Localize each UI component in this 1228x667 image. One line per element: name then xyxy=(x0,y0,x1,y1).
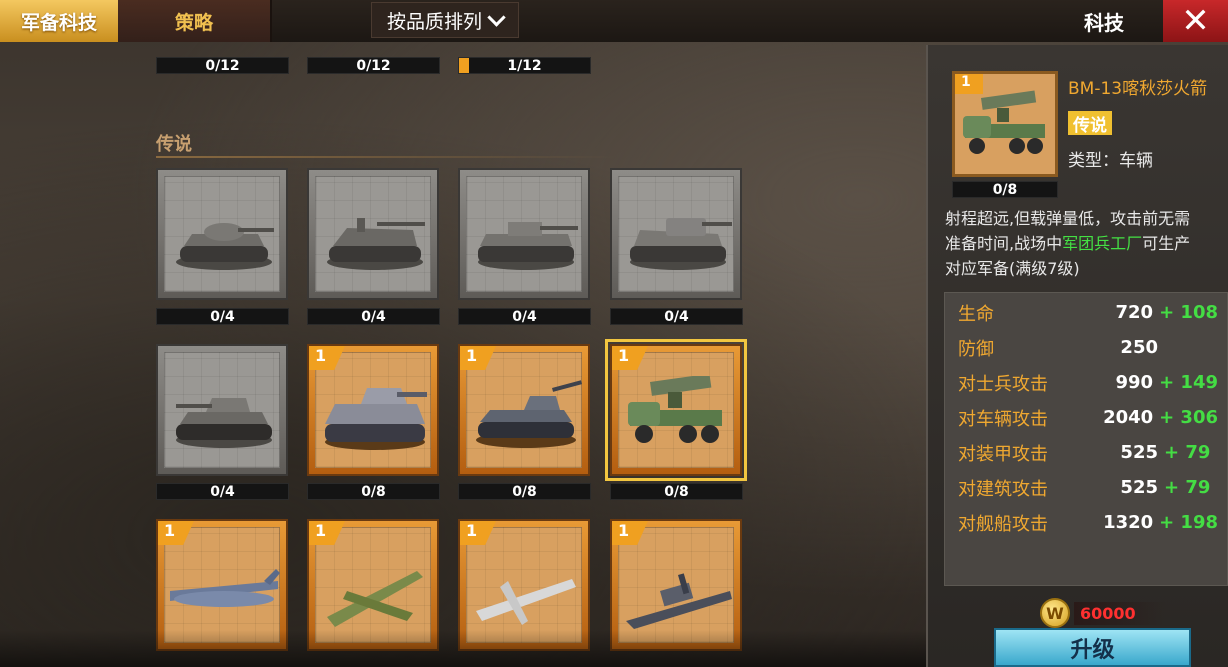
tab-strategy[interactable]: 策略 xyxy=(118,0,272,42)
stat-label: 对装甲攻击 xyxy=(958,443,1048,465)
page-title: 科技 xyxy=(1084,10,1124,35)
stat-row-vs-ship: 对舰船攻击 1320 + 198 xyxy=(958,505,1218,540)
unit-card-tank[interactable]: 1 xyxy=(458,344,590,476)
stat-row-vs-infantry: 对士兵攻击 990 + 149 xyxy=(958,365,1218,400)
upgrade-cost: W 60000 xyxy=(1040,598,1166,628)
tank-icon xyxy=(176,398,272,448)
stat-row-hp: 生命 720 + 108 xyxy=(958,295,1218,330)
progress-counter: 0/12 xyxy=(307,57,440,74)
rarity-badge: 传说 xyxy=(1068,111,1112,136)
desc-line: 对应军备(满级7级) xyxy=(945,259,1080,278)
unit-type: 类型：车辆 xyxy=(1068,151,1153,171)
desc-text: 准备时间,战场中 xyxy=(945,234,1063,253)
cost-value: 60000 xyxy=(1074,601,1166,625)
unit-card-tank[interactable] xyxy=(156,168,288,300)
stat-label: 对建筑攻击 xyxy=(958,478,1048,500)
counter-text: 0/8 xyxy=(992,181,1018,198)
desc-line: 射程超远,但载弹量低，攻击前无需 xyxy=(945,209,1191,228)
card-count-text: 0/4 xyxy=(210,308,235,325)
card-count: 0/8 xyxy=(307,483,440,500)
tab-military-tech[interactable]: 军备科技 xyxy=(0,0,118,42)
stat-value: 990 xyxy=(1115,372,1154,393)
rocket-truck-icon xyxy=(628,376,722,443)
stat-value: 250 xyxy=(1120,337,1158,358)
section-divider xyxy=(156,156,616,158)
upgrade-button[interactable]: 升级 xyxy=(994,628,1191,667)
card-count: 0/4 xyxy=(458,308,591,325)
desc-highlight: 军团兵工厂 xyxy=(1062,234,1143,253)
stat-label: 防御 xyxy=(958,338,994,360)
sort-dropdown[interactable]: 按品质排列 xyxy=(371,2,519,38)
card-count-text: 0/4 xyxy=(512,308,537,325)
unit-description: 射程超远,但载弹量低，攻击前无需 准备时间,战场中军团兵工厂可生产 对应军备(满… xyxy=(945,206,1228,281)
card-count: 0/4 xyxy=(610,308,743,325)
counter-text: 0/12 xyxy=(205,57,240,74)
stat-bonus: + 306 xyxy=(1159,407,1218,428)
rocket-truck-icon xyxy=(963,90,1045,154)
unit-card-tank[interactable] xyxy=(307,168,439,300)
stat-label: 对士兵攻击 xyxy=(958,373,1048,395)
stat-row-defense: 防御 250 xyxy=(958,330,1218,365)
unit-name: BM-13喀秋莎火箭 xyxy=(1068,79,1208,99)
counter-text: 0/12 xyxy=(356,57,391,74)
sort-label: 按品质排列 xyxy=(386,10,482,33)
card-count: 0/4 xyxy=(156,308,289,325)
unit-card-tank[interactable] xyxy=(610,168,742,300)
stat-value: 1320 xyxy=(1103,512,1154,533)
selected-unit-thumbnail: 1 xyxy=(952,71,1058,177)
desc-text: 可生产 xyxy=(1142,234,1191,253)
stat-value: 2040 xyxy=(1103,407,1154,428)
stat-bonus: + 108 xyxy=(1159,302,1218,323)
tank-icon xyxy=(327,218,425,270)
bomber-icon xyxy=(170,569,280,607)
counter-text: 1/12 xyxy=(507,57,542,74)
tank-icon xyxy=(478,222,578,270)
progress-fill xyxy=(459,58,469,73)
card-count-text: 0/4 xyxy=(664,308,689,325)
tank-icon xyxy=(176,223,274,270)
progress-counter: 1/12 xyxy=(458,57,591,74)
stat-bonus: + 79 xyxy=(1164,477,1211,498)
bomber-icon xyxy=(327,571,423,627)
card-count-text: 0/4 xyxy=(210,483,235,500)
tank-icon xyxy=(476,380,583,448)
card-count-text: 0/8 xyxy=(512,483,537,500)
stat-value: 525 xyxy=(1120,442,1158,463)
warship-icon xyxy=(626,573,732,629)
chevron-down-icon xyxy=(487,7,506,27)
unit-card-tank[interactable] xyxy=(156,344,288,476)
card-count: 0/4 xyxy=(307,308,440,325)
stat-bonus: + 198 xyxy=(1159,512,1218,533)
stat-value: 720 xyxy=(1115,302,1154,323)
card-count-text: 0/4 xyxy=(361,308,386,325)
unit-card-tank[interactable] xyxy=(458,168,590,300)
close-icon: ✕ xyxy=(1181,1,1210,41)
card-count-text: 0/8 xyxy=(361,483,386,500)
card-count: 0/8 xyxy=(610,483,743,500)
stat-label: 对车辆攻击 xyxy=(958,408,1048,430)
stat-label: 生命 xyxy=(958,303,994,325)
stat-value: 525 xyxy=(1120,477,1158,498)
tank-icon xyxy=(630,218,732,270)
stat-row-vs-building: 对建筑攻击 525 + 79 xyxy=(958,470,1218,505)
card-count: 0/4 xyxy=(156,483,289,500)
stat-label: 对舰船攻击 xyxy=(958,513,1048,535)
bottom-shade xyxy=(0,630,926,667)
fighter-icon xyxy=(476,579,576,625)
card-count: 0/8 xyxy=(458,483,591,500)
card-count-text: 0/8 xyxy=(664,483,689,500)
stat-row-vs-armor: 对装甲攻击 525 + 79 xyxy=(958,435,1218,470)
coin-icon: W xyxy=(1040,598,1070,628)
selected-unit-count: 0/8 xyxy=(952,181,1058,198)
progress-counter: 0/12 xyxy=(156,57,289,74)
section-title-legendary: 传说 xyxy=(156,134,192,155)
stat-row-vs-vehicle: 对车辆攻击 2040 + 306 xyxy=(958,400,1218,435)
stat-bonus: + 149 xyxy=(1159,372,1218,393)
tank-icon xyxy=(325,388,427,450)
desc-line: 准备时间,战场中军团兵工厂可生产 xyxy=(945,231,1228,256)
unit-card-rocket-truck[interactable]: 1 xyxy=(605,339,747,481)
close-button[interactable]: ✕ xyxy=(1163,0,1228,42)
stat-bonus: + 79 xyxy=(1164,442,1211,463)
unit-card-tank[interactable]: 1 xyxy=(307,344,439,476)
